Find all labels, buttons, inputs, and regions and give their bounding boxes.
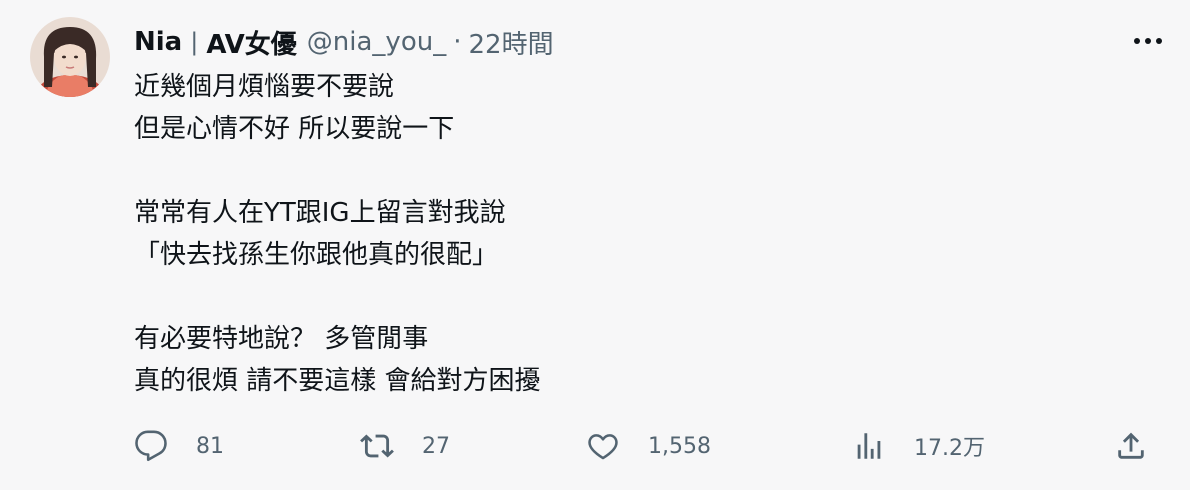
retweet-count: 27	[422, 433, 450, 459]
tweet-text-line: 但是心情不好 所以要說一下	[134, 114, 455, 144]
avatar-image	[30, 17, 110, 97]
reply-count: 81	[196, 433, 224, 459]
avatar[interactable]	[30, 17, 110, 97]
header-dot: ·	[453, 27, 462, 57]
bar-chart-icon	[857, 433, 881, 459]
views-button[interactable]: 17.2万	[852, 420, 985, 472]
display-name[interactable]: Nia	[134, 27, 182, 57]
like-count: 1,558	[648, 433, 711, 459]
tweet-text-line	[134, 150, 541, 192]
user-handle[interactable]: @nia_you_	[307, 27, 446, 57]
tweet-card[interactable]: Nia | AV女優 @nia_you_ · 22時間 近幾個月煩惱要不要說 但…	[0, 0, 1190, 490]
share-button[interactable]	[1114, 420, 1148, 472]
action-bar: 81 27 1,558 17.2万	[130, 420, 1170, 472]
reply-bubble-icon	[135, 430, 167, 462]
reply-button[interactable]: 81	[134, 420, 224, 472]
tweet-header: Nia | AV女優 @nia_you_ · 22時間	[134, 22, 554, 62]
tweet-text-line: 有必要特地說？ 多管閒事	[134, 324, 429, 354]
heart-icon	[588, 434, 618, 460]
name-separator: |	[190, 28, 199, 56]
more-button[interactable]	[1128, 26, 1168, 56]
tweet-text-line	[134, 276, 541, 318]
tweet-text-line: 「快去找孫生你跟他真的很配」	[134, 240, 499, 270]
tweet-text-line: 常常有人在YT跟IG上留言對我說	[134, 198, 506, 228]
retweet-button[interactable]: 27	[360, 420, 450, 472]
share-upload-icon	[1118, 432, 1144, 459]
like-button[interactable]: 1,558	[586, 420, 711, 472]
tweet-text: 近幾個月煩惱要不要說 但是心情不好 所以要說一下 常常有人在YT跟IG上留言對我…	[134, 66, 541, 402]
retweet-icon	[360, 434, 394, 458]
tweet-text-line: 近幾個月煩惱要不要說	[134, 72, 395, 102]
display-name-tag[interactable]: AV女優	[206, 24, 296, 61]
tweet-text-line: 真的很煩 請不要這樣 會給對方困擾	[134, 366, 541, 396]
timestamp[interactable]: 22時間	[468, 24, 553, 61]
views-count: 17.2万	[914, 436, 985, 461]
more-horizontal-icon	[1134, 38, 1162, 44]
